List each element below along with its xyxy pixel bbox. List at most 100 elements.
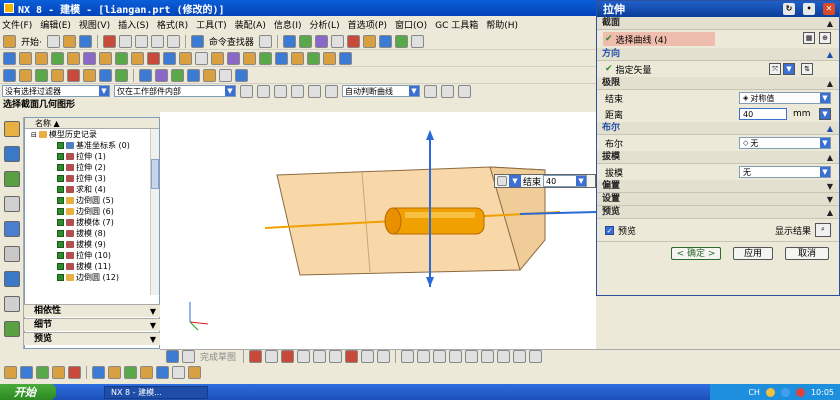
start-icon[interactable]: [3, 34, 16, 48]
stop-at-intersection-icon[interactable]: [424, 84, 437, 98]
move-object-icon[interactable]: [92, 365, 105, 379]
tray-volume-icon[interactable]: [795, 387, 805, 397]
navigator-header[interactable]: 名称 ▲: [25, 118, 159, 129]
snap-point-icon[interactable]: [308, 84, 321, 98]
quick-extend-icon[interactable]: [417, 350, 431, 363]
new-icon[interactable]: [46, 34, 60, 48]
chevron-down-icon[interactable]: ▼: [819, 108, 831, 120]
arc-icon[interactable]: [281, 350, 295, 363]
hole-icon[interactable]: [51, 51, 64, 65]
layer-settings-icon[interactable]: [20, 365, 33, 379]
collapse-icon[interactable]: •: [803, 3, 815, 15]
type-filter-select[interactable]: 没有选择过滤器 ▼: [2, 85, 110, 97]
layer-icon[interactable]: [346, 34, 360, 48]
chevron-up-icon[interactable]: ▲: [827, 206, 833, 219]
shell-icon[interactable]: [243, 51, 256, 65]
feature-checkbox[interactable]: [57, 186, 64, 193]
vector-dialog-icon[interactable]: ⤧: [769, 63, 781, 75]
navigator-name-column[interactable]: 名称: [35, 119, 51, 128]
show-result-magnifier-icon[interactable]: ⌕: [815, 223, 831, 237]
specify-vector-row[interactable]: ✔ 指定矢量 ⤧ ▼ ⇅: [597, 61, 839, 77]
offset-curve-icon[interactable]: [449, 350, 463, 363]
onscreen-distance-input[interactable]: 40 ▼: [543, 175, 588, 187]
menu-item[interactable]: 首选项(P): [348, 18, 387, 31]
apply-button[interactable]: 应用: [733, 247, 773, 260]
zoom-icon[interactable]: [394, 34, 408, 48]
tool-icon[interactable]: [258, 34, 272, 48]
cancel-button[interactable]: 取消: [785, 247, 829, 260]
chevron-down-icon[interactable]: ▼: [409, 86, 419, 96]
ok-button[interactable]: < 确定 >: [671, 247, 721, 260]
chevron-down-icon[interactable]: ▼: [783, 63, 795, 75]
onscreen-input-box[interactable]: ▼ 结束 40 ▼: [494, 174, 596, 188]
chevron-up-icon[interactable]: ▲: [827, 151, 833, 164]
boss-icon[interactable]: [67, 51, 80, 65]
orient-icon[interactable]: [362, 34, 376, 48]
feature-node[interactable]: 拔模体 (7): [25, 217, 159, 228]
curve-icon[interactable]: ⊕: [819, 32, 831, 44]
unite-icon[interactable]: [147, 51, 160, 65]
through-curves-icon[interactable]: [19, 68, 32, 82]
slot-icon[interactable]: [115, 51, 128, 65]
constraint-icon[interactable]: [497, 350, 511, 363]
menu-item[interactable]: 帮助(H): [486, 18, 518, 31]
auto-constrain-icon[interactable]: [529, 350, 543, 363]
feature-checkbox[interactable]: [57, 241, 64, 248]
reuse-library-icon[interactable]: [3, 196, 20, 212]
preview-checkbox[interactable]: ✓: [605, 225, 614, 235]
feature-checkbox[interactable]: [57, 274, 64, 281]
trim-icon[interactable]: [195, 51, 208, 65]
point-sketch-icon[interactable]: [377, 350, 391, 363]
open-icon[interactable]: [62, 34, 76, 48]
subtract-icon[interactable]: [163, 51, 176, 65]
model-history-node[interactable]: ⊟ 模型历史记录: [25, 129, 159, 140]
limits-group-header[interactable]: 极限 ▲: [597, 77, 839, 90]
make-corner-icon[interactable]: [433, 350, 447, 363]
chevron-up-icon[interactable]: ▲: [827, 48, 833, 61]
feature-node[interactable]: 拉伸 (1): [25, 151, 159, 162]
finish-sketch-button[interactable]: 完成草图: [200, 350, 236, 363]
scrollbar-thumb[interactable]: [151, 159, 159, 189]
feature-node[interactable]: 边倒圆 (5): [25, 195, 159, 206]
taskbar-nx-button[interactable]: NX 8 - 建模...: [104, 385, 208, 399]
feature-checkbox[interactable]: [57, 153, 64, 160]
history-icon[interactable]: [3, 271, 20, 287]
analysis-icon[interactable]: [155, 68, 168, 82]
sketch-icon[interactable]: [3, 51, 16, 65]
details-section[interactable]: 细节 ▼: [24, 318, 160, 331]
quick-trim-icon[interactable]: [401, 350, 415, 363]
intersect-icon[interactable]: [179, 51, 192, 65]
reverse-direction-icon[interactable]: ⇅: [801, 63, 813, 75]
polygon-icon[interactable]: [361, 350, 375, 363]
menu-item[interactable]: 信息(I): [274, 18, 302, 31]
boolean-select[interactable]: ◇ 无 ▼: [739, 137, 831, 149]
sweep-icon[interactable]: [3, 68, 16, 82]
mirror-curve-icon[interactable]: [465, 350, 479, 363]
pattern-icon[interactable]: [275, 51, 288, 65]
mirror-icon[interactable]: [291, 51, 304, 65]
patch-icon[interactable]: [83, 68, 96, 82]
feature-node[interactable]: 拉伸 (2): [25, 162, 159, 173]
menu-item[interactable]: 视图(V): [79, 18, 110, 31]
draft-group-header[interactable]: 拔模 ▲: [597, 151, 839, 164]
start-button[interactable]: 开始·: [21, 35, 42, 48]
direction-group-header[interactable]: 方向 ▲: [597, 48, 839, 61]
chevron-down-icon[interactable]: ▼: [99, 86, 109, 96]
end-type-select[interactable]: ◈ 对称值 ▼: [739, 92, 831, 104]
display-icon[interactable]: [52, 365, 65, 379]
extrude-icon[interactable]: [19, 51, 32, 65]
chevron-down-icon[interactable]: ▼: [820, 167, 830, 177]
bounded-plane-icon[interactable]: [51, 68, 64, 82]
cut-icon[interactable]: [102, 34, 116, 48]
studio-icon[interactable]: [99, 68, 112, 82]
roles-icon[interactable]: [3, 321, 20, 337]
dependencies-section[interactable]: 相依性 ▼: [24, 304, 160, 317]
feature-checkbox[interactable]: [57, 208, 64, 215]
feature-node[interactable]: 求和 (4): [25, 184, 159, 195]
thicken-icon[interactable]: [323, 51, 336, 65]
revolve-icon[interactable]: [35, 51, 48, 65]
hd3d-tools-icon[interactable]: [3, 221, 20, 237]
cylinder-end-face[interactable]: [384, 207, 402, 235]
relations-icon[interactable]: [513, 350, 527, 363]
constraint-navigator-icon[interactable]: [3, 146, 20, 162]
